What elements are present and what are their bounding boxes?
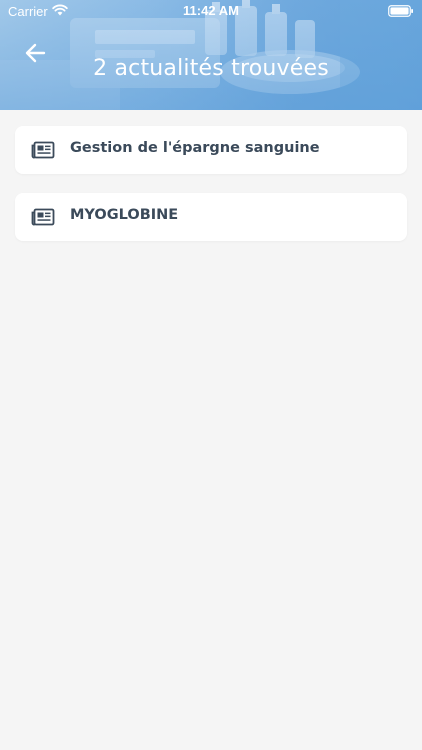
news-item-title: MYOGLOBINE — [70, 207, 179, 223]
status-time: 11:42 AM — [183, 3, 239, 18]
status-bar: Carrier 11:42 AM — [0, 0, 422, 22]
news-search-results-screen: Carrier 11:42 AM 2 actualités trouvées G… — [0, 0, 422, 750]
news-item-title: Gestion de l'épargne sanguine — [70, 140, 320, 156]
newspaper-icon — [31, 141, 55, 159]
news-list-item[interactable]: MYOGLOBINE — [15, 193, 407, 241]
page-title: 2 actualités trouvées — [93, 56, 329, 81]
battery-icon — [388, 5, 413, 17]
news-list: Gestion de l'épargne sanguine MYOGLOBINE — [15, 126, 407, 260]
newspaper-icon — [31, 208, 55, 226]
header: Carrier 11:42 AM 2 actualités trouvées — [0, 0, 422, 110]
news-list-item[interactable]: Gestion de l'épargne sanguine — [15, 126, 407, 174]
